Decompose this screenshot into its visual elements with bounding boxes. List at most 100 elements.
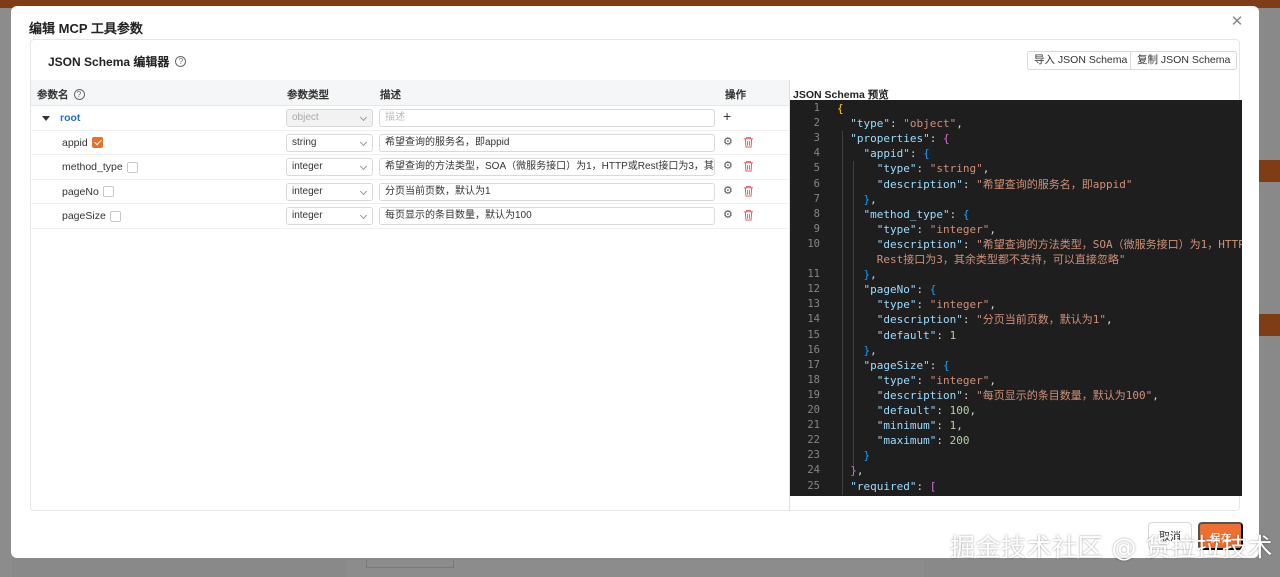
code-token: "string" (929, 162, 983, 176)
code-token: "integer" (929, 373, 990, 387)
code-line: Rest接口为3，其余类型都不支持，可以直接忽略" (790, 252, 1242, 267)
code-line: 1{ (790, 101, 1242, 116)
trash-icon[interactable] (743, 209, 754, 221)
chevron-down-icon (359, 113, 368, 122)
param-name[interactable]: method_type (62, 161, 123, 173)
root-name[interactable]: root (60, 112, 80, 124)
trash-icon[interactable] (743, 185, 754, 197)
trash-icon[interactable] (743, 160, 754, 172)
code-line: 10 "description": "希望查询的方法类型，SOA（微服务接口）为… (790, 237, 1242, 252)
code-line: 9 "type": "integer", (790, 222, 1242, 237)
question-circle-icon[interactable]: ? (175, 56, 187, 67)
code-line: 16 }, (790, 343, 1242, 358)
type-select[interactable]: integer (286, 182, 373, 201)
table-header: 参数名 ? 参数类型 描述 操作 (31, 80, 789, 106)
param-name-cell: pageSize (62, 210, 121, 222)
col-description: 描述 (380, 89, 401, 101)
line-number: 7 (813, 192, 820, 205)
code-token: "分页当前页数，默认为1" (976, 313, 1106, 327)
gear-icon[interactable]: ⚙ (723, 210, 734, 221)
code-token: "properties" (850, 132, 930, 146)
line-number: 4 (813, 147, 820, 160)
dialog-title: 编辑 MCP 工具参数 (29, 21, 143, 36)
code-token: 200 (949, 434, 970, 448)
col-param-type: 参数类型 (287, 89, 329, 101)
editor-title-text: JSON Schema 编辑器 (48, 55, 170, 69)
code-line: 20 "default": 100, (790, 403, 1242, 418)
line-number: 2 (813, 117, 820, 130)
trash-icon[interactable] (743, 136, 754, 148)
close-icon[interactable]: ✕ (1229, 14, 1245, 30)
code-token: "pageSize" (863, 358, 930, 372)
line-number: 23 (807, 449, 820, 462)
col-param-name: 参数名 ? (37, 87, 85, 102)
param-name[interactable]: pageNo (62, 186, 99, 198)
chevron-down-icon (359, 211, 368, 220)
edit-tool-params-dialog: 编辑 MCP 工具参数 ✕ JSON Schema 编辑器 ? 导入 JSON … (11, 6, 1259, 558)
required-checkbox[interactable] (91, 137, 103, 148)
code-editor[interactable]: 1{ 2 "type": "object", 3 "properties": {… (790, 100, 1242, 496)
line-number: 21 (807, 419, 820, 432)
import-json-schema-button[interactable]: 导入 JSON Schema (1027, 51, 1135, 70)
param-name[interactable]: pageSize (62, 210, 106, 222)
code-line: 12 "pageNo": { (790, 282, 1242, 297)
line-number: 20 (807, 404, 820, 416)
json-schema-editor: JSON Schema 编辑器 ? 导入 JSON Schema 复制 JSON… (30, 39, 1242, 511)
table-row-root: root object 描述 + (31, 106, 789, 131)
required-checkbox[interactable] (109, 210, 121, 222)
col-param-name-label: 参数名 (37, 89, 69, 101)
code-line: 17 "pageSize": { (790, 358, 1242, 373)
line-number: 17 (807, 358, 820, 371)
code-token: "description" (876, 177, 963, 191)
line-number: 6 (813, 177, 820, 190)
description-input[interactable]: 分页当前页数，默认为1 (379, 182, 715, 201)
required-checkbox[interactable] (102, 186, 114, 197)
line-number: 1 (813, 102, 820, 114)
description-input-root[interactable]: 描述 (379, 109, 715, 127)
code-token: "description" (876, 313, 963, 327)
line-number: 25 (807, 479, 820, 492)
description-input[interactable]: 希望查询的服务名，即appid (379, 133, 715, 152)
plus-icon[interactable]: + (723, 108, 731, 124)
type-select[interactable]: integer (286, 207, 373, 225)
code-line: 14 "description": "分页当前页数，默认为1", (790, 312, 1242, 327)
copy-json-schema-button[interactable]: 复制 JSON Schema (1130, 51, 1238, 70)
description-input[interactable]: 希望查询的方法类型，SOA（微服务接口）为1，HTTP或Rest接口为3，其余类 (379, 158, 715, 176)
line-number: 24 (807, 464, 820, 477)
required-checkbox[interactable] (126, 161, 138, 173)
caret-down-icon[interactable] (42, 115, 50, 121)
code-token: "minimum" (876, 419, 937, 433)
code-line: 18 "type": "integer", (790, 373, 1242, 388)
code-token: "type" (876, 298, 917, 312)
line-number: 5 (813, 162, 820, 175)
code-token: "method_type" (863, 207, 950, 221)
editor-title: JSON Schema 编辑器 ? (48, 53, 187, 70)
type-select[interactable]: integer (286, 158, 373, 176)
line-number: 3 (813, 132, 820, 145)
code-line: 3 "properties": { (790, 131, 1242, 146)
code-line: 13 "type": "integer", (790, 297, 1242, 312)
code-token: "type" (876, 162, 917, 176)
code-line: 5 "type": "string", (790, 161, 1242, 176)
code-line: 8 "method_type": { (790, 207, 1242, 222)
gear-icon[interactable]: ⚙ (723, 136, 734, 148)
gear-icon[interactable]: ⚙ (723, 161, 734, 172)
code-line: 4 "appid": { (790, 146, 1242, 161)
param-name[interactable]: appid (62, 137, 88, 149)
chevron-down-icon (359, 162, 368, 171)
code-token: "type" (876, 373, 917, 387)
code-token: "pageNo" (863, 283, 917, 297)
line-number: 22 (807, 434, 820, 447)
description-input[interactable]: 每页显示的条目数量，默认为100 (379, 207, 715, 225)
param-name-cell: pageNo (62, 186, 114, 198)
type-select-value: object (292, 112, 319, 123)
chevron-down-icon (359, 138, 368, 146)
type-select[interactable]: string (286, 133, 373, 152)
question-circle-icon[interactable]: ? (73, 89, 85, 100)
code-token: "appid" (863, 147, 910, 161)
code-token: "required" (850, 479, 917, 493)
line-number: 13 (807, 298, 820, 311)
code-token: "maximum" (876, 434, 937, 448)
code-line: 2 "type": "object", (790, 116, 1242, 131)
gear-icon[interactable]: ⚙ (723, 185, 734, 197)
